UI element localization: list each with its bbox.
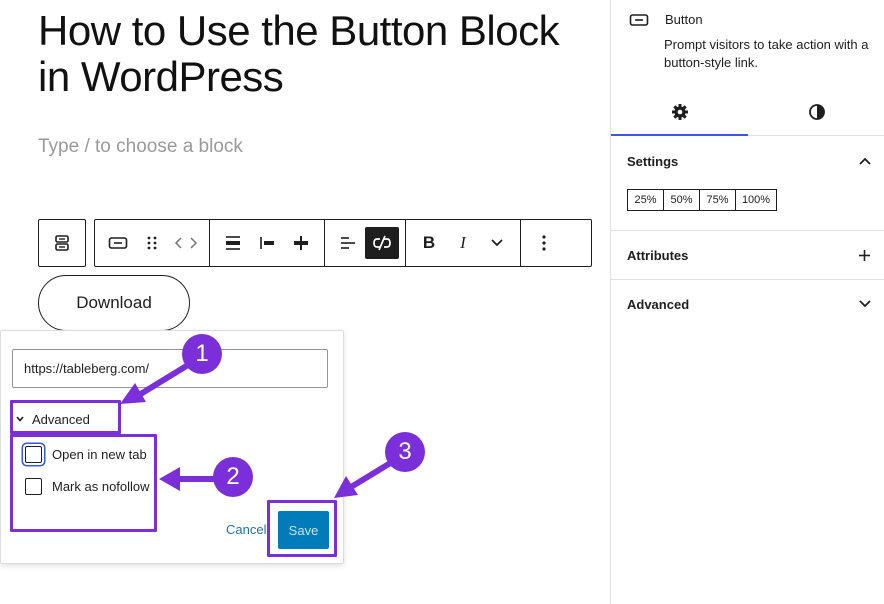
nofollow-option[interactable]: Mark as nofollow	[25, 476, 150, 496]
drag-handle-icon	[147, 236, 157, 250]
italic-button[interactable]: I	[446, 227, 480, 259]
block-card: Button Prompt visitors to take action wi…	[629, 12, 879, 72]
nofollow-label: Mark as nofollow	[52, 478, 150, 494]
open-new-tab-option[interactable]: Open in new tab	[25, 444, 147, 464]
link-popover: https://tableberg.com/ Advanced Open in …	[0, 330, 344, 564]
width-75-button[interactable]: 75%	[699, 189, 736, 211]
block-settings-sidebar: Button Prompt visitors to take action wi…	[610, 0, 884, 604]
settings-gear-icon	[671, 103, 688, 120]
save-button[interactable]: Save	[278, 511, 329, 549]
advanced-panel-title: Advanced	[627, 296, 690, 312]
chevron-down-icon	[16, 416, 24, 422]
step-marker-1: 1	[182, 334, 222, 374]
styles-contrast-icon	[808, 103, 825, 120]
justify-center-button[interactable]	[250, 227, 284, 259]
attributes-panel-toggle[interactable]: Attributes	[611, 231, 884, 279]
advanced-panel-toggle[interactable]: Advanced	[611, 280, 884, 328]
block-placeholder[interactable]: Type / to choose a block	[38, 136, 243, 158]
width-50-button[interactable]: 50%	[663, 189, 700, 211]
width-button-group: 25% 50% 75% 100%	[627, 189, 884, 211]
step-marker-3: 3	[385, 432, 425, 472]
nofollow-checkbox[interactable]	[25, 477, 42, 495]
width-100-button[interactable]: 100%	[735, 189, 777, 211]
block-toolbar: B I	[94, 219, 592, 267]
attributes-panel: Attributes	[611, 231, 884, 280]
advanced-toggle[interactable]: Advanced	[16, 411, 90, 427]
select-parent-block-button[interactable]	[38, 219, 86, 267]
tab-settings[interactable]	[611, 88, 748, 136]
toolbar-group-options	[521, 220, 567, 266]
width-25-button[interactable]: 25%	[627, 189, 664, 211]
block-description: Prompt visitors to take action with a bu…	[664, 37, 869, 70]
chevron-up-icon	[859, 157, 871, 165]
toolbar-group-text	[325, 220, 406, 266]
chevron-down-icon	[859, 300, 871, 308]
settings-panel-toggle[interactable]: Settings	[611, 137, 884, 185]
buttons-block-icon	[55, 235, 69, 251]
button-icon	[108, 237, 128, 249]
chevron-down-icon	[491, 239, 503, 247]
drag-handle-button[interactable]	[135, 227, 169, 259]
tab-styles[interactable]	[748, 88, 884, 135]
bold-button[interactable]: B	[412, 227, 446, 259]
unlink-button[interactable]	[365, 227, 399, 259]
open-new-tab-checkbox[interactable]	[25, 445, 42, 463]
settings-panel-title: Settings	[627, 153, 679, 169]
unlink-icon	[373, 235, 391, 251]
advanced-toggle-label: Advanced	[32, 411, 90, 427]
editor-canvas: How to Use the Button Block in WordPress…	[0, 0, 610, 604]
toolbar-group-justify	[210, 220, 325, 266]
more-formats-button[interactable]	[480, 227, 514, 259]
toolbar-group-format: B I	[406, 220, 521, 266]
more-options-button[interactable]	[527, 227, 561, 259]
cancel-button[interactable]: Cancel	[226, 522, 266, 537]
post-title[interactable]: How to Use the Button Block in WordPress	[38, 8, 578, 100]
sidebar-tabs	[611, 88, 884, 136]
justify-stretch-button[interactable]	[284, 227, 318, 259]
url-input[interactable]: https://tableberg.com/	[12, 349, 328, 388]
settings-panel: Settings 25% 50% 75% 100%	[611, 137, 884, 231]
justify-left-icon	[226, 236, 240, 250]
justify-center-icon	[260, 237, 274, 249]
move-left-right-button[interactable]	[169, 227, 203, 259]
move-arrows-icon	[174, 237, 198, 249]
step-marker-2: 2	[213, 457, 253, 497]
block-title: Button	[665, 12, 703, 27]
justify-stretch-icon	[294, 236, 308, 250]
download-button-block[interactable]: Download	[38, 275, 190, 331]
open-new-tab-label: Open in new tab	[52, 446, 147, 462]
toolbar-group-block	[95, 220, 210, 266]
align-left-icon	[341, 237, 355, 249]
button-block-type-button[interactable]	[101, 227, 135, 259]
advanced-panel: Advanced	[611, 280, 884, 329]
more-options-icon	[542, 235, 546, 251]
plus-icon	[859, 249, 870, 261]
justify-left-button[interactable]	[216, 227, 250, 259]
attributes-panel-title: Attributes	[627, 247, 689, 263]
text-align-button[interactable]	[331, 227, 365, 259]
button-icon	[629, 13, 649, 26]
